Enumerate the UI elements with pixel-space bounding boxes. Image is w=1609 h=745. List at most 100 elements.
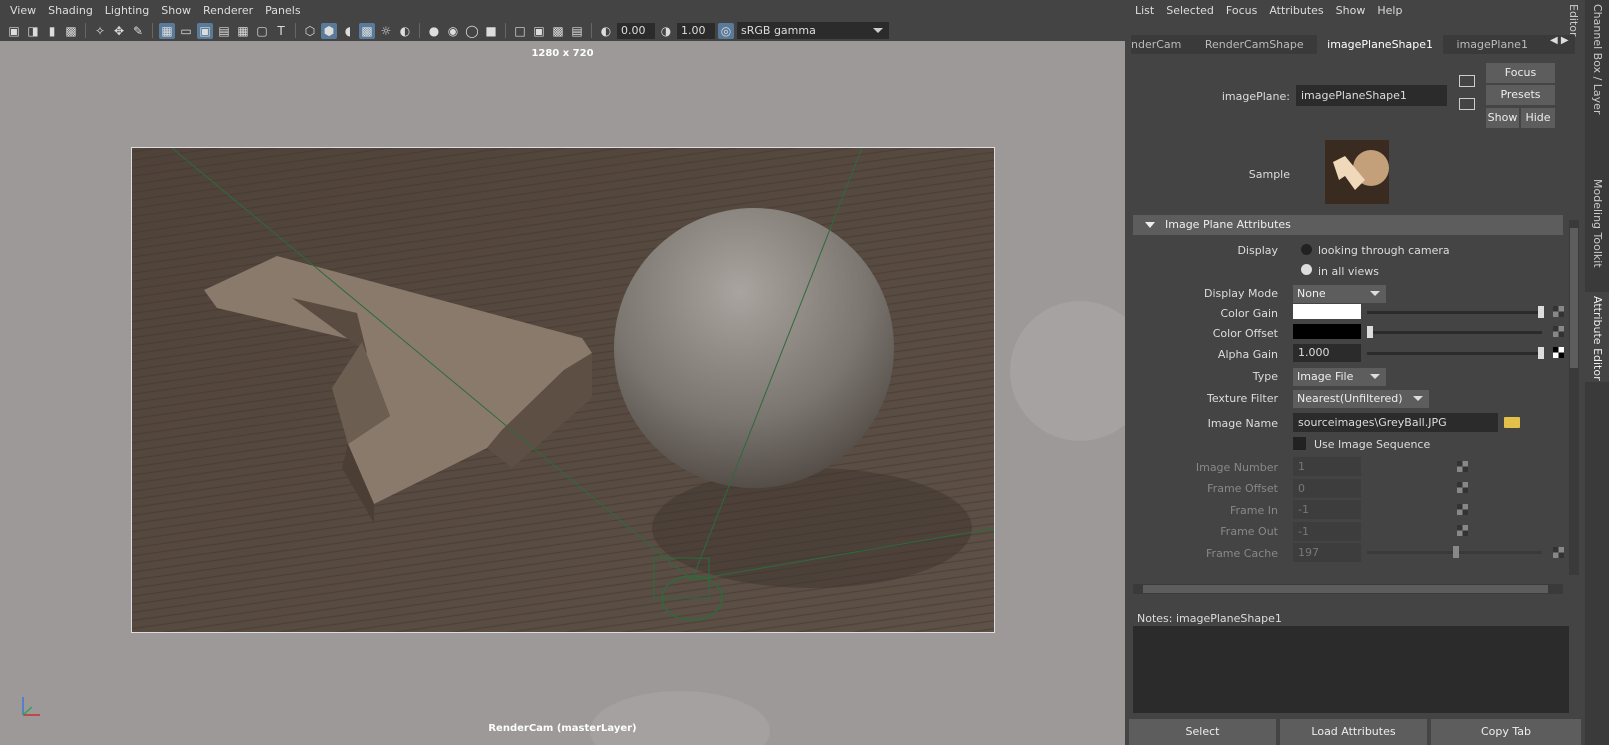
focus-button[interactable]: Focus: [1486, 63, 1555, 83]
horizontal-scroll-thumb[interactable]: [1143, 585, 1548, 593]
attribute-vertical-scrollbar[interactable]: [1569, 220, 1579, 575]
menu-renderer[interactable]: Renderer: [203, 4, 253, 17]
color-gain-slider-handle[interactable]: [1538, 306, 1544, 318]
exposure-field[interactable]: 0.00: [617, 22, 655, 39]
toolbar-divider: [152, 23, 153, 38]
3d-viewport[interactable]: 1280 x 720 RenderCam (masterLayer): [0, 41, 1125, 745]
select-button[interactable]: Select: [1129, 719, 1276, 745]
tab-scroll-arrows[interactable]: ◀ ▶: [1550, 35, 1569, 46]
color-management-icon[interactable]: ◎: [718, 22, 734, 39]
color-offset-swatch[interactable]: [1293, 324, 1361, 339]
default-material-icon[interactable]: ◖: [340, 23, 356, 39]
field-chart-icon[interactable]: ▦: [235, 23, 251, 39]
xray-joints-icon[interactable]: ▩: [550, 23, 566, 39]
motion-blur-icon[interactable]: ◉: [445, 23, 461, 39]
menu-selected[interactable]: Selected: [1166, 4, 1214, 17]
frame-cache-map-icon: [1553, 547, 1564, 558]
ambient-occlusion-icon[interactable]: ●: [426, 23, 442, 39]
menu-show[interactable]: Show: [1336, 4, 1366, 17]
section-image-plane-attributes[interactable]: Image Plane Attributes: [1133, 215, 1563, 235]
camera-select-icon[interactable]: ▣: [6, 23, 22, 39]
image-name-field[interactable]: sourceimages\GreyBall.JPG: [1293, 413, 1498, 432]
image-plane-icon[interactable]: ▩: [63, 23, 79, 39]
alpha-gain-slider[interactable]: [1367, 352, 1542, 355]
gamma-icon[interactable]: ◑: [658, 23, 674, 39]
color-space-dropdown[interactable]: sRGB gamma: [737, 22, 889, 39]
tab-rendercam[interactable]: nderCam: [1131, 35, 1191, 54]
alpha-gain-slider-handle[interactable]: [1538, 347, 1544, 359]
frame-in-label: Frame In: [1230, 504, 1278, 517]
bookmark-icon[interactable]: ▮: [44, 23, 60, 39]
attribute-editor-panel: List Selected Focus Attributes Show Help…: [1125, 0, 1585, 745]
presets-button[interactable]: Presets: [1486, 85, 1555, 105]
display-all-views-radio[interactable]: [1301, 264, 1312, 275]
menu-view[interactable]: View: [10, 4, 36, 17]
color-gain-slider[interactable]: [1367, 311, 1542, 314]
color-gain-swatch[interactable]: [1293, 304, 1361, 319]
resolution-gate-icon[interactable]: ▣: [197, 22, 213, 39]
menu-attributes[interactable]: Attributes: [1269, 4, 1323, 17]
alpha-gain-map-icon[interactable]: [1553, 347, 1564, 358]
load-attributes-button[interactable]: Load Attributes: [1280, 719, 1427, 745]
viewport-toolbar: ▣ ◨ ▮ ▩ ✧ ✥ ✎ ▦ ▭ ▣ ▤ ▦ ▢ T ⬡ ⬢ ◖ ▩ ☼ ◐ …: [0, 20, 1125, 41]
color-offset-slider[interactable]: [1367, 331, 1542, 334]
menu-show[interactable]: Show: [161, 4, 191, 17]
color-offset-slider-handle[interactable]: [1367, 326, 1373, 338]
vertical-scroll-thumb[interactable]: [1570, 228, 1578, 368]
type-dropdown[interactable]: Image File: [1293, 368, 1386, 386]
xray-icon[interactable]: ▣: [531, 23, 547, 39]
menu-focus[interactable]: Focus: [1226, 4, 1257, 17]
exposure-icon[interactable]: ◐: [598, 23, 614, 39]
color-offset-map-icon[interactable]: [1553, 326, 1564, 337]
gate-mask-icon[interactable]: ▤: [216, 23, 232, 39]
menu-list[interactable]: List: [1135, 4, 1154, 17]
frame-out-label: Frame Out: [1220, 525, 1278, 538]
color-gain-map-icon[interactable]: [1553, 306, 1564, 317]
tumble-icon[interactable]: ✧: [92, 23, 108, 39]
tab-attribute-editor[interactable]: Attribute Editor: [1585, 292, 1609, 382]
menu-lighting[interactable]: Lighting: [105, 4, 149, 17]
film-gate-icon[interactable]: ▭: [178, 23, 194, 39]
focus-input-icon[interactable]: [1459, 75, 1475, 87]
safe-title-icon[interactable]: T: [273, 23, 289, 39]
shadows-icon[interactable]: ◐: [397, 23, 413, 39]
copy-tab-button[interactable]: Copy Tab: [1431, 719, 1581, 745]
depth-of-field-icon[interactable]: ■: [483, 23, 499, 39]
isolate-select-icon[interactable]: □: [512, 23, 528, 39]
browse-folder-icon[interactable]: [1504, 417, 1520, 428]
show-button[interactable]: Show: [1486, 108, 1519, 128]
grid-icon[interactable]: ▦: [159, 22, 175, 39]
notes-textarea[interactable]: [1133, 626, 1569, 713]
gamma-field[interactable]: 1.00: [677, 22, 715, 39]
grease-pencil-icon[interactable]: ✎: [130, 23, 146, 39]
tab-channel-box-layer-editor[interactable]: Channel Box / Layer Editor: [1567, 0, 1609, 150]
side-tab-strip: Channel Box / Layer Editor Modeling Tool…: [1567, 0, 1609, 745]
smooth-shade-icon[interactable]: ⬢: [321, 22, 337, 39]
camera-attributes-icon[interactable]: ◨: [25, 23, 41, 39]
color-gain-label: Color Gain: [1220, 307, 1278, 320]
focus-output-icon[interactable]: [1459, 98, 1475, 110]
image-name-label: Image Name: [1207, 417, 1278, 430]
textured-icon[interactable]: ▩: [359, 22, 375, 39]
menu-help[interactable]: Help: [1377, 4, 1402, 17]
use-image-sequence-checkbox[interactable]: [1293, 437, 1306, 450]
alpha-gain-field[interactable]: 1.000: [1293, 344, 1361, 362]
attribute-horizontal-scrollbar[interactable]: [1133, 584, 1563, 594]
tab-modeling-toolkit[interactable]: Modeling Toolkit: [1585, 175, 1609, 275]
track-icon[interactable]: ✥: [111, 23, 127, 39]
menu-shading[interactable]: Shading: [48, 4, 93, 17]
xray-components-icon[interactable]: ▤: [569, 23, 585, 39]
hide-button[interactable]: Hide: [1521, 108, 1555, 128]
wireframe-icon[interactable]: ⬡: [302, 23, 318, 39]
safe-action-icon[interactable]: ▢: [254, 23, 270, 39]
node-name-field[interactable]: imagePlaneShape1: [1296, 85, 1447, 106]
display-looking-through-radio[interactable]: [1301, 244, 1312, 255]
tab-imageplaneshape1[interactable]: imagePlaneShape1: [1317, 35, 1444, 54]
menu-panels[interactable]: Panels: [265, 4, 300, 17]
tab-rendercamshape[interactable]: RenderCamShape: [1195, 35, 1314, 54]
anti-aliasing-icon[interactable]: ◯: [464, 23, 480, 39]
display-mode-dropdown[interactable]: None: [1293, 285, 1386, 303]
texture-filter-dropdown[interactable]: Nearest(Unfiltered): [1293, 390, 1429, 408]
tab-imageplane1[interactable]: imagePlane1: [1447, 35, 1538, 54]
lights-icon[interactable]: ☼: [378, 23, 394, 39]
